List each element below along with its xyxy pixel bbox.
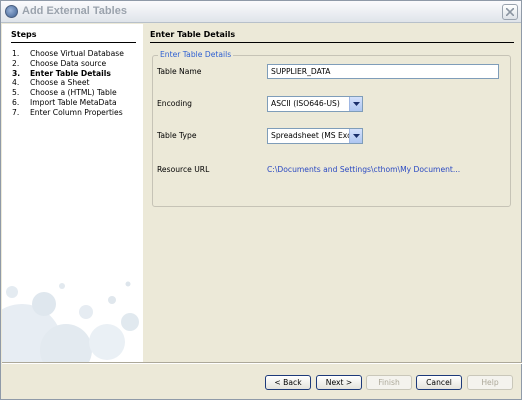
help-button[interactable]: Help: [467, 375, 513, 390]
table-name-label: Table Name: [157, 67, 202, 76]
window-title: Add External Tables: [22, 5, 127, 17]
back-button[interactable]: < Back: [265, 375, 311, 390]
page-title: Enter Table Details: [150, 30, 514, 43]
table-type-label: Table Type: [157, 131, 197, 140]
decorative-bubbles-graphic: [2, 281, 139, 362]
table-type-dropdown-button[interactable]: [349, 129, 362, 143]
table-type-value: Spreadsheet (MS Excel): [271, 131, 362, 140]
step-item: 4. Choose a Sheet: [12, 78, 90, 88]
resource-url-link[interactable]: C:\Documents and Settings\cthom\My Docum…: [267, 165, 460, 174]
encoding-select[interactable]: ASCII (ISO646-US): [267, 96, 363, 112]
add-external-tables-dialog: Add External Tables Steps 1. Choose Virtu…: [0, 0, 522, 400]
close-icon: [506, 8, 514, 16]
chevron-down-icon: [353, 102, 360, 106]
encoding-dropdown-button[interactable]: [349, 97, 362, 111]
content-panel: Enter Table Details Enter Table Details …: [143, 24, 521, 362]
steps-list: 1. Choose Virtual Database 2. Choose Data …: [12, 49, 142, 118]
step-item: 1. Choose Virtual Database: [12, 49, 124, 58]
group-title: Enter Table Details: [158, 50, 234, 59]
step-item-current: 3. Enter Table Details: [12, 68, 111, 78]
resource-url-label: Resource URL: [157, 165, 210, 174]
finish-button[interactable]: Finish: [366, 375, 412, 390]
step-item: 7. Enter Column Properties: [12, 107, 123, 117]
table-type-select[interactable]: Spreadsheet (MS Excel): [267, 128, 363, 144]
chevron-down-icon: [353, 134, 360, 138]
step-item: 5. Choose a (HTML) Table: [12, 88, 117, 98]
steps-panel: Steps 1. Choose Virtual Database 2. Choose…: [2, 24, 143, 362]
title-bar[interactable]: Add External Tables: [1, 1, 521, 23]
cancel-button[interactable]: Cancel: [416, 375, 462, 390]
steps-header: Steps: [11, 30, 136, 43]
step-item: 2. Choose Data source: [12, 58, 107, 68]
close-button[interactable]: [502, 4, 518, 20]
step-item: 6. Import Table MetaData: [12, 97, 117, 107]
table-name-input[interactable]: SUPPLIER_DATA: [267, 64, 499, 79]
encoding-value: ASCII (ISO646-US): [271, 99, 340, 108]
footer-divider-highlight: [2, 363, 522, 364]
app-icon: [5, 5, 18, 18]
encoding-label: Encoding: [157, 99, 192, 108]
next-button[interactable]: Next >: [316, 375, 362, 390]
